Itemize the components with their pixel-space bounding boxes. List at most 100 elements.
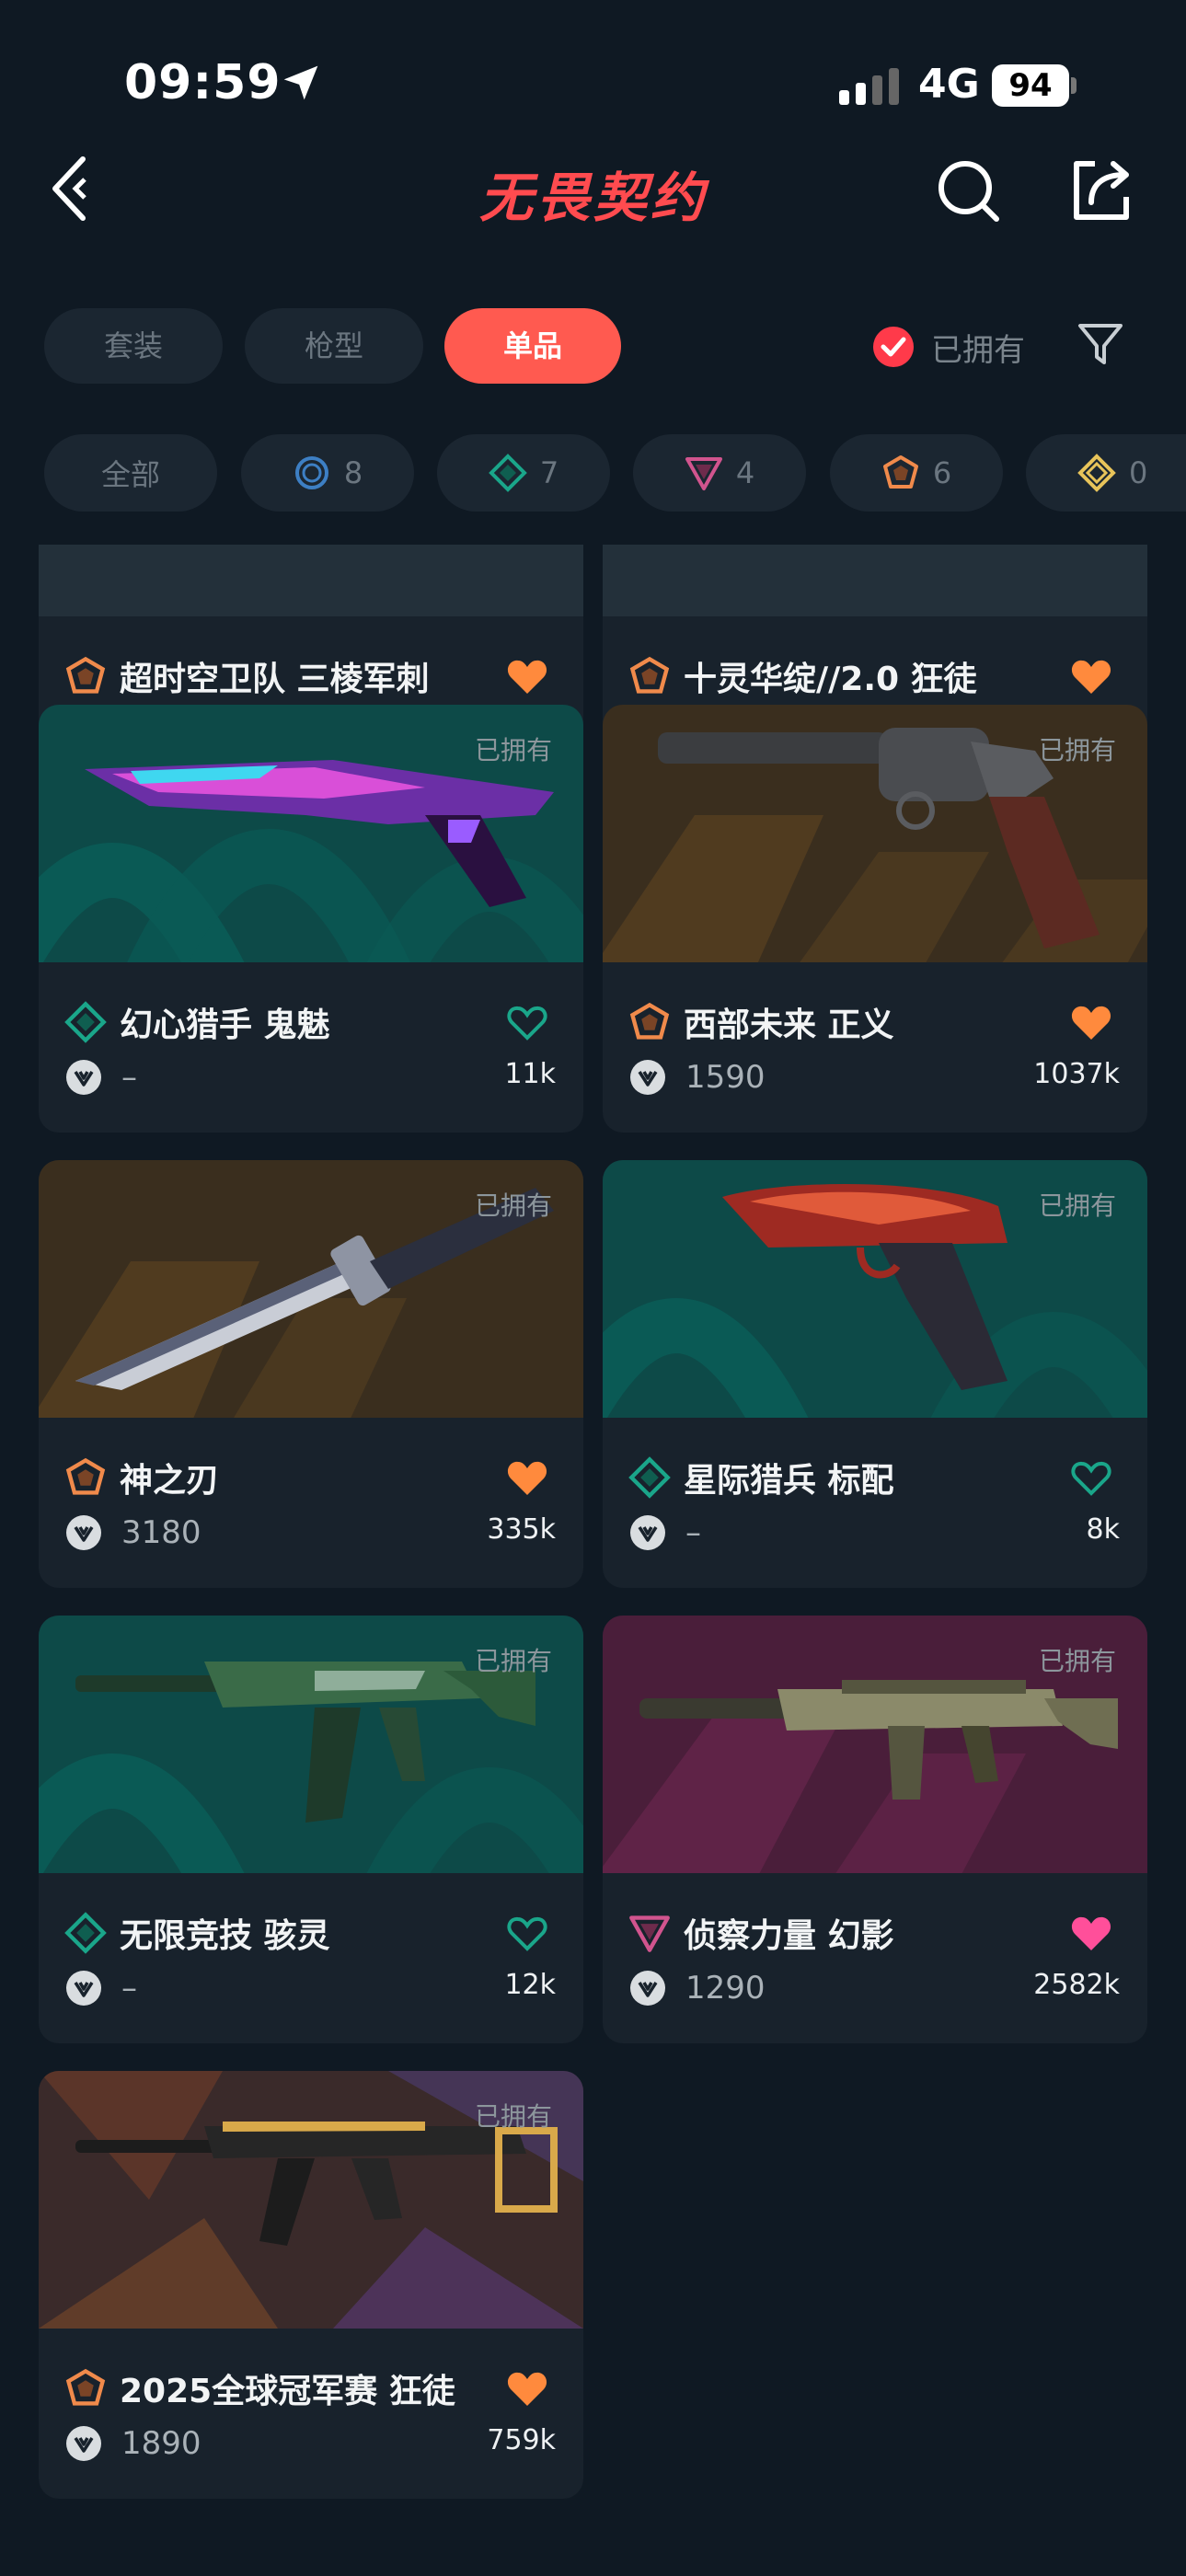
rarity-chip-count: 8 bbox=[343, 455, 363, 490]
owned-tag: 已拥有 bbox=[474, 2101, 552, 2132]
owned-tag: 已拥有 bbox=[474, 1190, 552, 1221]
owned-tag: 已拥有 bbox=[474, 1646, 552, 1676]
valorant-points-icon bbox=[66, 1060, 101, 1095]
rarity-chip-premium[interactable]: 4 bbox=[633, 434, 806, 512]
exclusive-tier-icon bbox=[882, 455, 918, 489]
like-count: 335k bbox=[487, 1513, 556, 1546]
heart-filled-icon[interactable] bbox=[506, 2371, 548, 2408]
premium-tier-icon bbox=[629, 1915, 670, 1952]
like-count: 12k bbox=[504, 1969, 556, 2001]
rarity-chip-deluxe[interactable]: 7 bbox=[437, 434, 610, 512]
exclusive-tier-icon bbox=[65, 656, 106, 694]
rarity-chip-count: 7 bbox=[539, 455, 559, 490]
exclusive-tier-icon bbox=[629, 1002, 670, 1040]
heart-filled-icon[interactable] bbox=[1070, 659, 1112, 696]
heart-outline-icon[interactable] bbox=[506, 1915, 548, 1952]
rarity-chip-count: 4 bbox=[735, 455, 755, 490]
skin-name: 2025全球冠军赛 狂徒 bbox=[120, 2373, 455, 2410]
heart-filled-icon[interactable] bbox=[1070, 1005, 1112, 1041]
valorant-points-icon bbox=[630, 1515, 665, 1550]
skin-name: 无限竞技 骇灵 bbox=[120, 1917, 330, 1955]
network-label: 4G bbox=[918, 61, 980, 108]
skin-card[interactable]: 已拥有 侦察力量 幻影 1290 2582k bbox=[603, 1616, 1147, 2043]
share-icon[interactable] bbox=[1067, 156, 1135, 224]
valorant-points-icon bbox=[630, 1971, 665, 2006]
heart-outline-icon[interactable] bbox=[506, 1005, 548, 1041]
skin-card[interactable]: 已拥有 西部未来 正义 1590 1037k bbox=[603, 705, 1147, 1133]
battery-icon: 94 bbox=[992, 64, 1069, 107]
valorant-points-icon bbox=[66, 1971, 101, 2006]
owned-tag: 已拥有 bbox=[1038, 1646, 1116, 1676]
skin-price: – bbox=[121, 1970, 137, 2007]
deluxe-tier-icon bbox=[628, 1456, 671, 1499]
skin-name: 神之刃 bbox=[120, 1462, 220, 1500]
battery-tip bbox=[1071, 77, 1077, 94]
valorant-points-icon bbox=[630, 1060, 665, 1095]
skin-card[interactable]: 已拥有 星际猎兵 标配 – 8k bbox=[603, 1160, 1147, 1588]
owned-filter-toggle[interactable]: 已拥有 bbox=[872, 322, 1025, 372]
rarity-chip-exclusive[interactable]: 6 bbox=[830, 434, 1003, 512]
premium-tier-icon bbox=[685, 457, 722, 490]
heart-filled-icon[interactable] bbox=[506, 659, 548, 696]
rarity-chip-count: 6 bbox=[932, 455, 952, 490]
tab-weapon-type[interactable]: 枪型 bbox=[245, 308, 423, 384]
skin-price: – bbox=[685, 1514, 701, 1551]
owned-filter-label: 已拥有 bbox=[931, 331, 1025, 369]
skin-name: 幻心猎手 鬼魅 bbox=[120, 1006, 330, 1044]
rarity-chip-select[interactable]: 8 bbox=[241, 434, 414, 512]
like-count: 759k bbox=[487, 2424, 556, 2456]
owned-tag: 已拥有 bbox=[1038, 1190, 1116, 1221]
heart-filled-icon[interactable] bbox=[1070, 1915, 1112, 1952]
exclusive-tier-icon bbox=[629, 656, 670, 694]
skin-image bbox=[39, 545, 583, 616]
skin-card[interactable]: 已拥有 神之刃 3180 335k bbox=[39, 1160, 583, 1588]
like-count: 11k bbox=[504, 1058, 556, 1090]
back-icon[interactable] bbox=[48, 152, 103, 225]
exclusive-tier-icon bbox=[65, 1457, 106, 1495]
deluxe-tier-icon bbox=[64, 1912, 107, 1954]
deluxe-tier-icon bbox=[64, 1001, 107, 1043]
skin-price: 1290 bbox=[685, 1970, 766, 2007]
checkbox-checked-icon bbox=[873, 327, 914, 367]
page-title: 无畏契约 bbox=[478, 167, 708, 229]
skin-name: 西部未来 正义 bbox=[684, 1006, 894, 1044]
signal-icon bbox=[839, 68, 899, 105]
location-arrow-icon bbox=[283, 65, 318, 100]
skin-name: 超时空卫队 三棱军刺 bbox=[120, 661, 430, 698]
exclusive-tier-icon bbox=[65, 2368, 106, 2406]
rarity-chip-ultra[interactable]: 0 bbox=[1026, 434, 1186, 512]
skin-name: 星际猎兵 标配 bbox=[684, 1462, 894, 1500]
filter-icon[interactable] bbox=[1077, 320, 1124, 368]
tab-items[interactable]: 单品 bbox=[444, 308, 621, 384]
rarity-chip-label: 全部 bbox=[100, 457, 160, 492]
skin-price: 1890 bbox=[121, 2425, 202, 2462]
skin-card[interactable]: 已拥有 无限竞技 骇灵 – 12k bbox=[39, 1616, 583, 2043]
rarity-chip-all[interactable]: 全部 bbox=[44, 434, 217, 512]
skin-grid: 超时空卫队 三棱军刺 3780 700k 十灵华绽//2.0 狂徒 1590 5… bbox=[0, 545, 1186, 2576]
owned-tag: 已拥有 bbox=[1038, 735, 1116, 765]
skin-price: 3180 bbox=[121, 1514, 202, 1551]
valorant-points-icon bbox=[66, 2426, 101, 2461]
tab-sets[interactable]: 套装 bbox=[44, 308, 223, 384]
heart-outline-icon[interactable] bbox=[1070, 1460, 1112, 1497]
select-tier-icon bbox=[294, 456, 328, 489]
status-bar: 09:59 4G 94 bbox=[0, 0, 1186, 156]
skin-name: 十灵华绽//2.0 狂徒 bbox=[684, 661, 977, 698]
search-icon[interactable] bbox=[934, 156, 1002, 224]
skin-card[interactable]: 已拥有 2025全球冠军赛 狂徒 1890 759k bbox=[39, 2071, 583, 2499]
like-count: 2582k bbox=[1033, 1969, 1120, 2001]
skin-price: 1590 bbox=[685, 1059, 766, 1096]
owned-tag: 已拥有 bbox=[474, 735, 552, 765]
like-count: 8k bbox=[1086, 1513, 1120, 1546]
skin-card[interactable]: 已拥有 幻心猎手 鬼魅 – 11k bbox=[39, 705, 583, 1133]
status-time: 09:59 bbox=[124, 55, 282, 110]
valorant-points-icon bbox=[66, 1515, 101, 1550]
skin-price: – bbox=[121, 1059, 137, 1096]
skin-name: 侦察力量 幻影 bbox=[684, 1917, 894, 1955]
skin-image bbox=[603, 545, 1147, 616]
like-count: 1037k bbox=[1033, 1058, 1120, 1090]
heart-filled-icon[interactable] bbox=[506, 1460, 548, 1497]
deluxe-tier-icon bbox=[488, 454, 527, 492]
ultra-tier-icon bbox=[1077, 454, 1116, 492]
rarity-chip-count: 0 bbox=[1129, 455, 1148, 490]
